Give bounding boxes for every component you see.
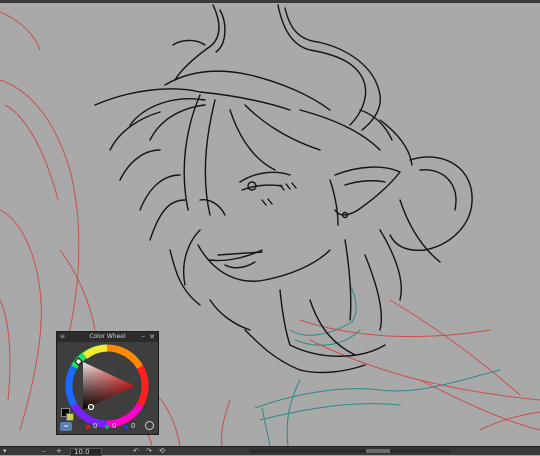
palette-titlebar[interactable]: ≡ Color Wheel – ✕	[57, 332, 158, 342]
blue-channel-icon	[124, 425, 128, 429]
lineart-layer	[94, 4, 473, 374]
scroll-thumb[interactable]	[366, 449, 390, 453]
reset-rotation-icon[interactable]: ⟲	[159, 447, 165, 455]
blue-value: 0	[131, 422, 136, 430]
rotate-left-icon[interactable]: ↶	[133, 447, 139, 455]
red-value: 0	[93, 422, 98, 430]
zoom-in-icon[interactable]: +	[56, 447, 62, 455]
status-bar: ▾ – + 10.0 ↶ ↷ ⟲	[0, 446, 540, 456]
green-value: 0	[112, 422, 117, 430]
color-wheel-palette[interactable]: ≡ Color Wheel – ✕ ≈ 0 0 0	[56, 331, 159, 435]
horizontal-scrollbar[interactable]	[250, 449, 450, 453]
rotate-right-icon[interactable]: ↷	[146, 447, 152, 455]
close-icon[interactable]: ✕	[149, 332, 155, 342]
zoom-out-icon[interactable]: –	[42, 447, 46, 455]
hue-ring[interactable]	[65, 344, 149, 428]
teal-sketch-layer	[254, 284, 501, 446]
navigator-arrow-icon[interactable]: ▾	[3, 447, 7, 455]
color-mode-icon[interactable]: ≈	[60, 422, 72, 431]
minimize-icon[interactable]: –	[142, 331, 146, 341]
green-channel-icon	[105, 425, 109, 429]
palette-bottom-bar: ≈ 0 0 0	[57, 420, 158, 434]
wheel-settings-icon[interactable]	[145, 421, 154, 430]
red-channel-icon	[86, 425, 90, 429]
